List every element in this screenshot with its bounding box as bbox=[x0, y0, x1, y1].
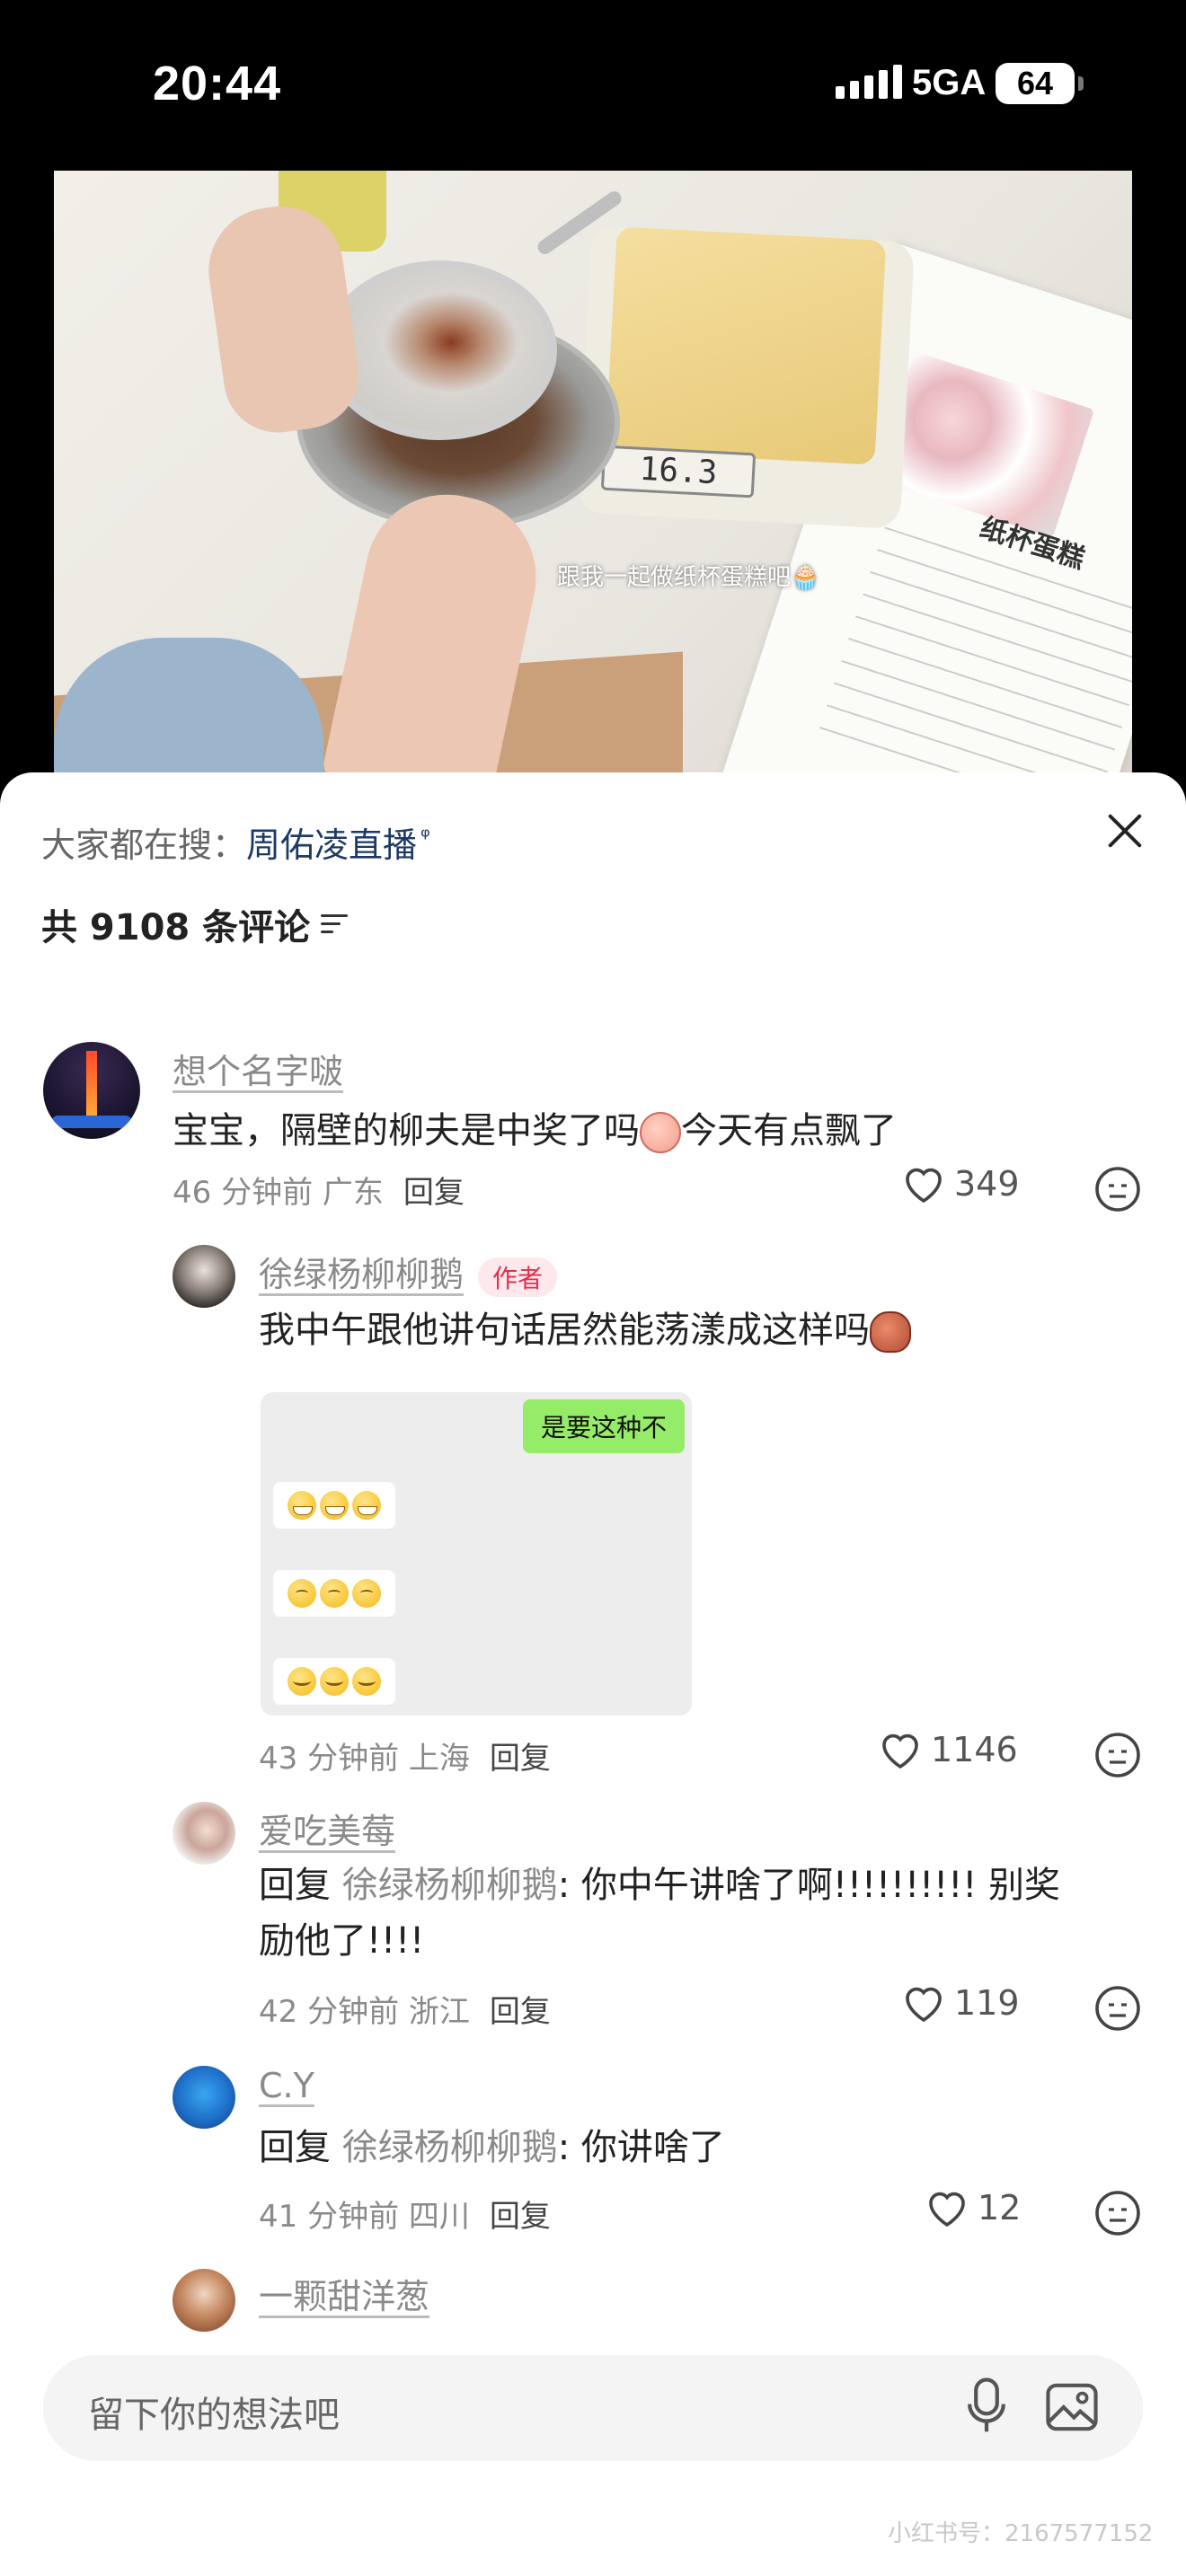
scale-display: 16.3 bbox=[600, 445, 757, 498]
comment-time: 43 分钟前 bbox=[259, 1741, 400, 1777]
smirk-emoji-icon bbox=[320, 1667, 349, 1696]
chat-bubble-emoji bbox=[273, 1570, 395, 1617]
reply-button[interactable]: 回复 bbox=[490, 1741, 551, 1777]
comment-username[interactable]: 徐绿杨柳柳鹅 作者 bbox=[259, 1247, 558, 1297]
search-icon: ᵠ bbox=[420, 824, 430, 851]
comment-meta: 41 分钟前 四川 回复 bbox=[259, 2192, 551, 2236]
comment-location: 浙江 bbox=[408, 1994, 470, 2030]
mic-icon[interactable] bbox=[964, 2377, 1009, 2436]
comment-count: 共 9108 条评论 bbox=[41, 907, 311, 948]
heart-icon bbox=[906, 1168, 942, 1204]
like-button[interactable]: 349 bbox=[902, 1164, 1020, 1204]
like-count: 12 bbox=[978, 2188, 1022, 2228]
comment-text-part: 宝宝，隔壁的柳夫是中奖了吗 bbox=[173, 1110, 640, 1151]
author-badge: 作者 bbox=[478, 1257, 558, 1297]
thinking-emoji-icon bbox=[288, 1579, 316, 1608]
reply-button[interactable]: 回复 bbox=[403, 1175, 465, 1211]
chat-bubble-emoji bbox=[273, 1482, 395, 1529]
network-type: 5GA bbox=[912, 63, 987, 102]
comment-meta: 43 分钟前 上海 回复 bbox=[259, 1734, 551, 1778]
comment-image[interactable]: 是要这种不 bbox=[261, 1392, 692, 1716]
angry-emoji-icon bbox=[870, 1311, 911, 1353]
comment-time: 42 分钟前 bbox=[259, 1994, 400, 2030]
reply-button[interactable]: 回复 bbox=[490, 1994, 551, 2030]
avatar[interactable] bbox=[43, 1042, 140, 1139]
battery-icon: 64 bbox=[996, 63, 1084, 104]
dislike-icon[interactable] bbox=[1094, 2190, 1141, 2236]
dislike-icon[interactable] bbox=[1094, 1166, 1141, 1213]
comment-input-placeholder[interactable]: 留下你的想法吧 bbox=[88, 2386, 340, 2438]
comment-meta: 46 分钟前 广东 回复 bbox=[173, 1168, 465, 1212]
thinking-emoji-icon bbox=[352, 1579, 381, 1608]
sieve bbox=[323, 260, 557, 440]
like-count: 349 bbox=[954, 1164, 1020, 1204]
comment-time: 46 分钟前 bbox=[173, 1175, 314, 1211]
like-button[interactable]: 119 bbox=[902, 1983, 1020, 2023]
thinking-emoji-icon bbox=[320, 1579, 349, 1608]
comment-username[interactable]: 一颗甜洋葱 bbox=[259, 2269, 429, 2318]
heart-icon bbox=[906, 1987, 942, 2023]
reply-target-username[interactable]: 徐绿杨柳柳鹅 bbox=[342, 1865, 558, 1906]
status-time: 20:44 bbox=[153, 57, 282, 110]
watermark: 小红书号：2167577152 bbox=[888, 2520, 1154, 2547]
search-term-link[interactable]: 周佑凌直播 bbox=[246, 825, 417, 865]
comment-text-part: 我中午跟他讲句话居然能荡漾成这样吗 bbox=[259, 1310, 870, 1351]
like-button[interactable]: 12 bbox=[925, 2188, 1021, 2228]
grin-emoji-icon bbox=[288, 1491, 316, 1520]
comment-input-bar[interactable]: 留下你的想法吧 bbox=[43, 2355, 1143, 2461]
dislike-icon[interactable] bbox=[1094, 1732, 1141, 1778]
comment-text-part: : 你讲啥了 bbox=[557, 2127, 725, 2168]
sort-icon[interactable] bbox=[321, 913, 349, 936]
comment-location: 上海 bbox=[408, 1741, 470, 1777]
comment-username-text: 徐绿杨柳柳鹅 bbox=[259, 1255, 465, 1294]
reply-prefix: 回复 bbox=[259, 1865, 342, 1906]
chat-bubble: 是要这种不 bbox=[522, 1399, 685, 1453]
like-button[interactable]: 1146 bbox=[879, 1730, 1018, 1769]
comment-text: 回复 徐绿杨柳柳鹅: 你讲啥了 bbox=[259, 2120, 725, 2175]
status-bar: 20:44 5GA 64 bbox=[0, 0, 1186, 171]
reply-button[interactable]: 回复 bbox=[490, 2199, 551, 2235]
reply-prefix: 回复 bbox=[259, 2127, 342, 2168]
comment-username[interactable]: C.Y bbox=[259, 2066, 314, 2105]
comment-text-part: : 你中午讲啥了啊!!!!!!!!!! 别奖 bbox=[557, 1865, 1060, 1906]
comment-username[interactable]: 想个名字啵 bbox=[173, 1044, 343, 1093]
battery-level: 64 bbox=[1016, 65, 1054, 101]
reply-target-username[interactable]: 徐绿杨柳柳鹅 bbox=[342, 2127, 558, 2168]
avatar[interactable] bbox=[173, 2066, 235, 2129]
signal-icon bbox=[836, 65, 902, 99]
image-icon[interactable] bbox=[1045, 2380, 1099, 2434]
comment-text: 回复 徐绿杨柳柳鹅: 你中午讲啥了啊!!!!!!!!!! 别奖 励他了!!!! bbox=[259, 1857, 1148, 1969]
comment-text-part: 今天有点飘了 bbox=[681, 1110, 897, 1151]
grin-emoji-icon bbox=[320, 1491, 349, 1520]
comment-meta: 42 分钟前 浙江 回复 bbox=[259, 1987, 551, 2031]
search-prefix: 大家都在搜： bbox=[41, 825, 247, 865]
smirk-emoji-icon bbox=[288, 1667, 316, 1696]
avatar[interactable] bbox=[173, 2269, 235, 2332]
comment-count-row[interactable]: 共 9108 条评论 bbox=[41, 898, 349, 950]
comment-text: 我中午跟他讲句话居然能荡漾成这样吗 bbox=[259, 1302, 911, 1358]
close-button[interactable] bbox=[1101, 807, 1149, 855]
comment-time: 41 分钟前 bbox=[259, 2199, 400, 2235]
search-suggestion: 大家都在搜：周佑凌直播 ᵠ bbox=[41, 817, 430, 867]
avatar[interactable] bbox=[173, 1802, 235, 1865]
scale-plate bbox=[605, 226, 887, 465]
comment-text-part: 励他了!!!! bbox=[259, 1920, 425, 1962]
chat-bubble-emoji bbox=[273, 1658, 395, 1705]
comment-location: 广东 bbox=[322, 1175, 384, 1211]
like-count: 1146 bbox=[931, 1730, 1018, 1769]
heart-icon bbox=[929, 2192, 965, 2228]
video-caption: 跟我一起做纸杯蛋糕吧🧁 bbox=[557, 564, 820, 591]
dislike-icon[interactable] bbox=[1094, 1985, 1141, 2032]
comment-text: 宝宝，隔壁的柳夫是中奖了吗 今天有点飘了 bbox=[173, 1103, 897, 1159]
like-count: 119 bbox=[954, 1983, 1020, 2023]
comment-location: 四川 bbox=[408, 2199, 470, 2235]
heart-icon bbox=[882, 1734, 918, 1769]
grin-emoji-icon bbox=[352, 1491, 381, 1520]
smirk-emoji-icon bbox=[352, 1667, 381, 1696]
comment-sheet: 大家都在搜：周佑凌直播 ᵠ 共 9108 条评论 想个名字啵 宝宝，隔壁的柳夫是中… bbox=[0, 772, 1186, 2576]
comment-username[interactable]: 爱吃美莓 bbox=[259, 1804, 395, 1853]
avatar[interactable] bbox=[173, 1245, 235, 1308]
video-player[interactable]: 纸杯蛋糕 16.3 跟我一起做纸杯蛋糕吧🧁 bbox=[54, 171, 1132, 799]
peach-emoji-icon bbox=[640, 1112, 681, 1153]
